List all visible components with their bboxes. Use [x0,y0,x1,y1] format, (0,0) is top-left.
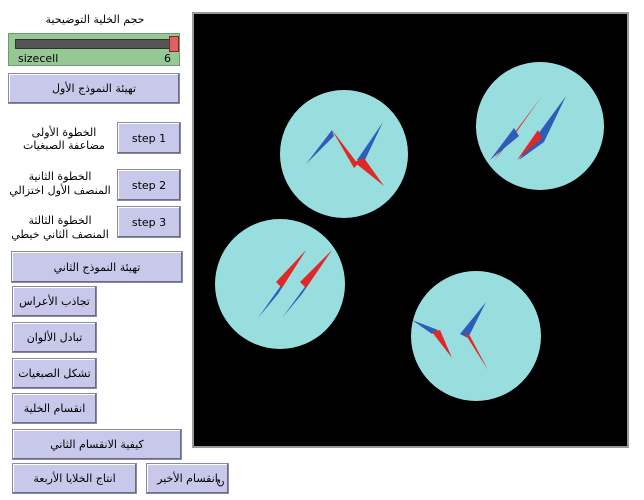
step3-label-line1: الخطوة الثالثة [28,214,92,227]
cell-4 [411,271,541,401]
last-division-label: انقسام الأخير [157,472,218,485]
cell-4-body [411,271,541,401]
produce-four-cells-button[interactable]: انتاج الخلايا الأربعة [12,463,137,494]
cell-2 [476,62,604,190]
world-canvas [215,62,604,401]
step1-button[interactable]: step 1 [117,122,181,154]
sizecell-slider[interactable]: sizecell 6 [8,33,180,66]
cell-3 [215,219,345,349]
exchange-colors-button[interactable]: تبادل الألوان [12,322,97,353]
step2-label-line1: الخطوة الثانية [28,170,92,183]
slider-value: 6 [164,52,171,65]
slider-title: حجم الخلية التوضيحية [45,13,145,26]
cell-1-body [280,90,408,218]
world-view[interactable] [192,12,629,448]
slider-name: sizecell [18,52,59,65]
form-chromosomes-button[interactable]: تشكل الصبغيات [12,358,97,389]
cell-2-body [476,62,604,190]
slider-thumb[interactable] [169,36,179,52]
last-division-button[interactable]: انقسام الأخير ↻ [146,463,229,494]
step2-label-line2: المنصف الأول اختزالي [9,184,111,197]
setup-model-2-button[interactable]: تهيئة النموذج الثاني [11,251,183,283]
step3-label-line2: المنصف الثاني خيطي [11,228,109,241]
cell-division-button[interactable]: انقسام الخلية [12,393,97,424]
step3-button[interactable]: step 3 [117,206,181,238]
setup-model-1-button[interactable]: تهيئة النموذج الأول [8,73,180,104]
step1-label-line2: مضاعفة الصبغيات [23,139,105,152]
second-division-button[interactable]: كيفية الانقسام الثاني [12,429,182,460]
slider-track[interactable] [15,39,177,49]
step2-button[interactable]: step 2 [117,169,181,201]
forever-icon: ↻ [215,477,225,490]
attract-gametes-button[interactable]: تجاذب الأعراس [12,286,97,317]
cell-1 [280,90,408,218]
step1-label-line1: الخطوة الأولى [31,126,97,139]
